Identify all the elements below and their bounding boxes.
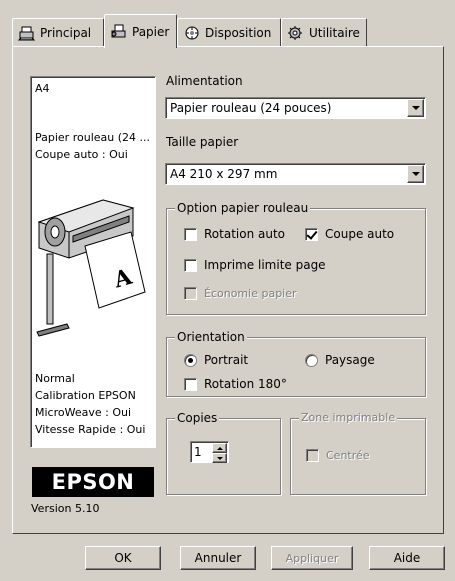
copies-title: Copies <box>175 411 220 425</box>
aide-button[interactable]: Aide <box>369 546 445 570</box>
paysage-label: Paysage <box>325 353 375 367</box>
layout-tab-icon <box>183 25 201 41</box>
arrow-down-icon <box>216 456 223 460</box>
paper-tab-icon <box>110 24 128 40</box>
radio-selected[interactable] <box>184 353 197 367</box>
centree-checkbox: Centrée <box>306 449 370 462</box>
preview-auto-cut: Coupe auto : Oui <box>35 148 128 161</box>
annuler-button[interactable]: Annuler <box>180 546 256 570</box>
rotation-180-checkbox[interactable]: Rotation 180° <box>184 377 287 391</box>
checkbox-box[interactable] <box>184 258 197 272</box>
tab-papier[interactable]: Papier <box>104 14 177 48</box>
tab-papier-label: Papier <box>132 24 170 39</box>
appliquer-button: Appliquer <box>271 546 353 570</box>
preview-status-speed: Vitesse Rapide : Oui <box>35 423 146 436</box>
tab-disposition-label: Disposition <box>205 25 272 40</box>
copies-value: 1 <box>194 445 202 459</box>
economie-papier-label: Économie papier <box>204 287 297 300</box>
checkbox-checked[interactable] <box>305 227 318 241</box>
checkbox-box[interactable] <box>184 377 197 391</box>
alimentation-select[interactable]: Papier rouleau (24 pouces) <box>165 97 426 119</box>
printer-tab-icon <box>17 25 36 41</box>
arrow-up-icon <box>216 446 223 450</box>
economie-papier-checkbox: Économie papier <box>184 287 297 300</box>
imprime-limite-page-label: Imprime limite page <box>204 258 326 272</box>
checkbox-box-disabled <box>306 449 319 462</box>
epson-logo: EPSON <box>32 467 154 497</box>
preview-status-microweave: MicroWeave : Oui <box>35 406 132 419</box>
chevron-down-icon[interactable] <box>407 165 424 183</box>
preview-size: A4 <box>35 82 50 95</box>
rotation-180-label: Rotation 180° <box>204 377 287 391</box>
taille-papier-label: Taille papier <box>166 135 239 149</box>
tab-disposition[interactable]: Disposition <box>177 18 281 46</box>
checkbox-box[interactable] <box>184 227 197 241</box>
utility-tab-icon <box>287 25 305 41</box>
printable-area-title: Zone imprimable <box>299 411 398 424</box>
ok-button[interactable]: OK <box>85 546 161 570</box>
version-label: Version 5.10 <box>31 502 100 515</box>
coupe-auto-label: Coupe auto <box>325 227 395 241</box>
imprime-limite-page-checkbox[interactable]: Imprime limite page <box>184 258 326 272</box>
rotation-auto-checkbox[interactable]: Rotation auto <box>184 227 285 241</box>
radio-unselected[interactable] <box>305 353 318 367</box>
copies-down-button[interactable] <box>212 453 227 463</box>
printer-illustration: A <box>33 192 151 342</box>
paysage-radio[interactable]: Paysage <box>305 353 375 367</box>
taille-papier-select[interactable]: A4 210 x 297 mm <box>165 163 426 185</box>
copies-up-button[interactable] <box>212 443 227 453</box>
orientation-title: Orientation <box>175 330 247 344</box>
preview-status-quality: Normal <box>35 372 75 385</box>
taille-papier-value: A4 210 x 297 mm <box>170 167 278 181</box>
alimentation-value: Papier rouleau (24 pouces) <box>170 101 332 115</box>
checkbox-box-disabled <box>184 287 197 300</box>
rotation-auto-label: Rotation auto <box>204 227 286 241</box>
paper-preview-pane: A4 Papier rouleau (24 ... Coupe auto : O… <box>30 76 156 448</box>
tab-utilitaire[interactable]: Utilitaire <box>281 18 367 46</box>
tab-utilitaire-label: Utilitaire <box>309 25 360 40</box>
portrait-label: Portrait <box>204 353 249 367</box>
alimentation-label: Alimentation <box>166 74 243 88</box>
preview-status-calibration: Calibration EPSON <box>35 389 136 402</box>
tab-principal-label: Principal <box>40 25 92 40</box>
tab-principal[interactable]: Principal <box>12 18 104 46</box>
preview-paper-source: Papier rouleau (24 ... <box>35 131 150 144</box>
portrait-radio[interactable]: Portrait <box>184 353 248 367</box>
centree-label: Centrée <box>326 449 370 462</box>
coupe-auto-checkbox[interactable]: Coupe auto <box>305 227 394 241</box>
roll-paper-options-title: Option papier rouleau <box>175 201 311 215</box>
chevron-down-icon[interactable] <box>407 99 424 117</box>
